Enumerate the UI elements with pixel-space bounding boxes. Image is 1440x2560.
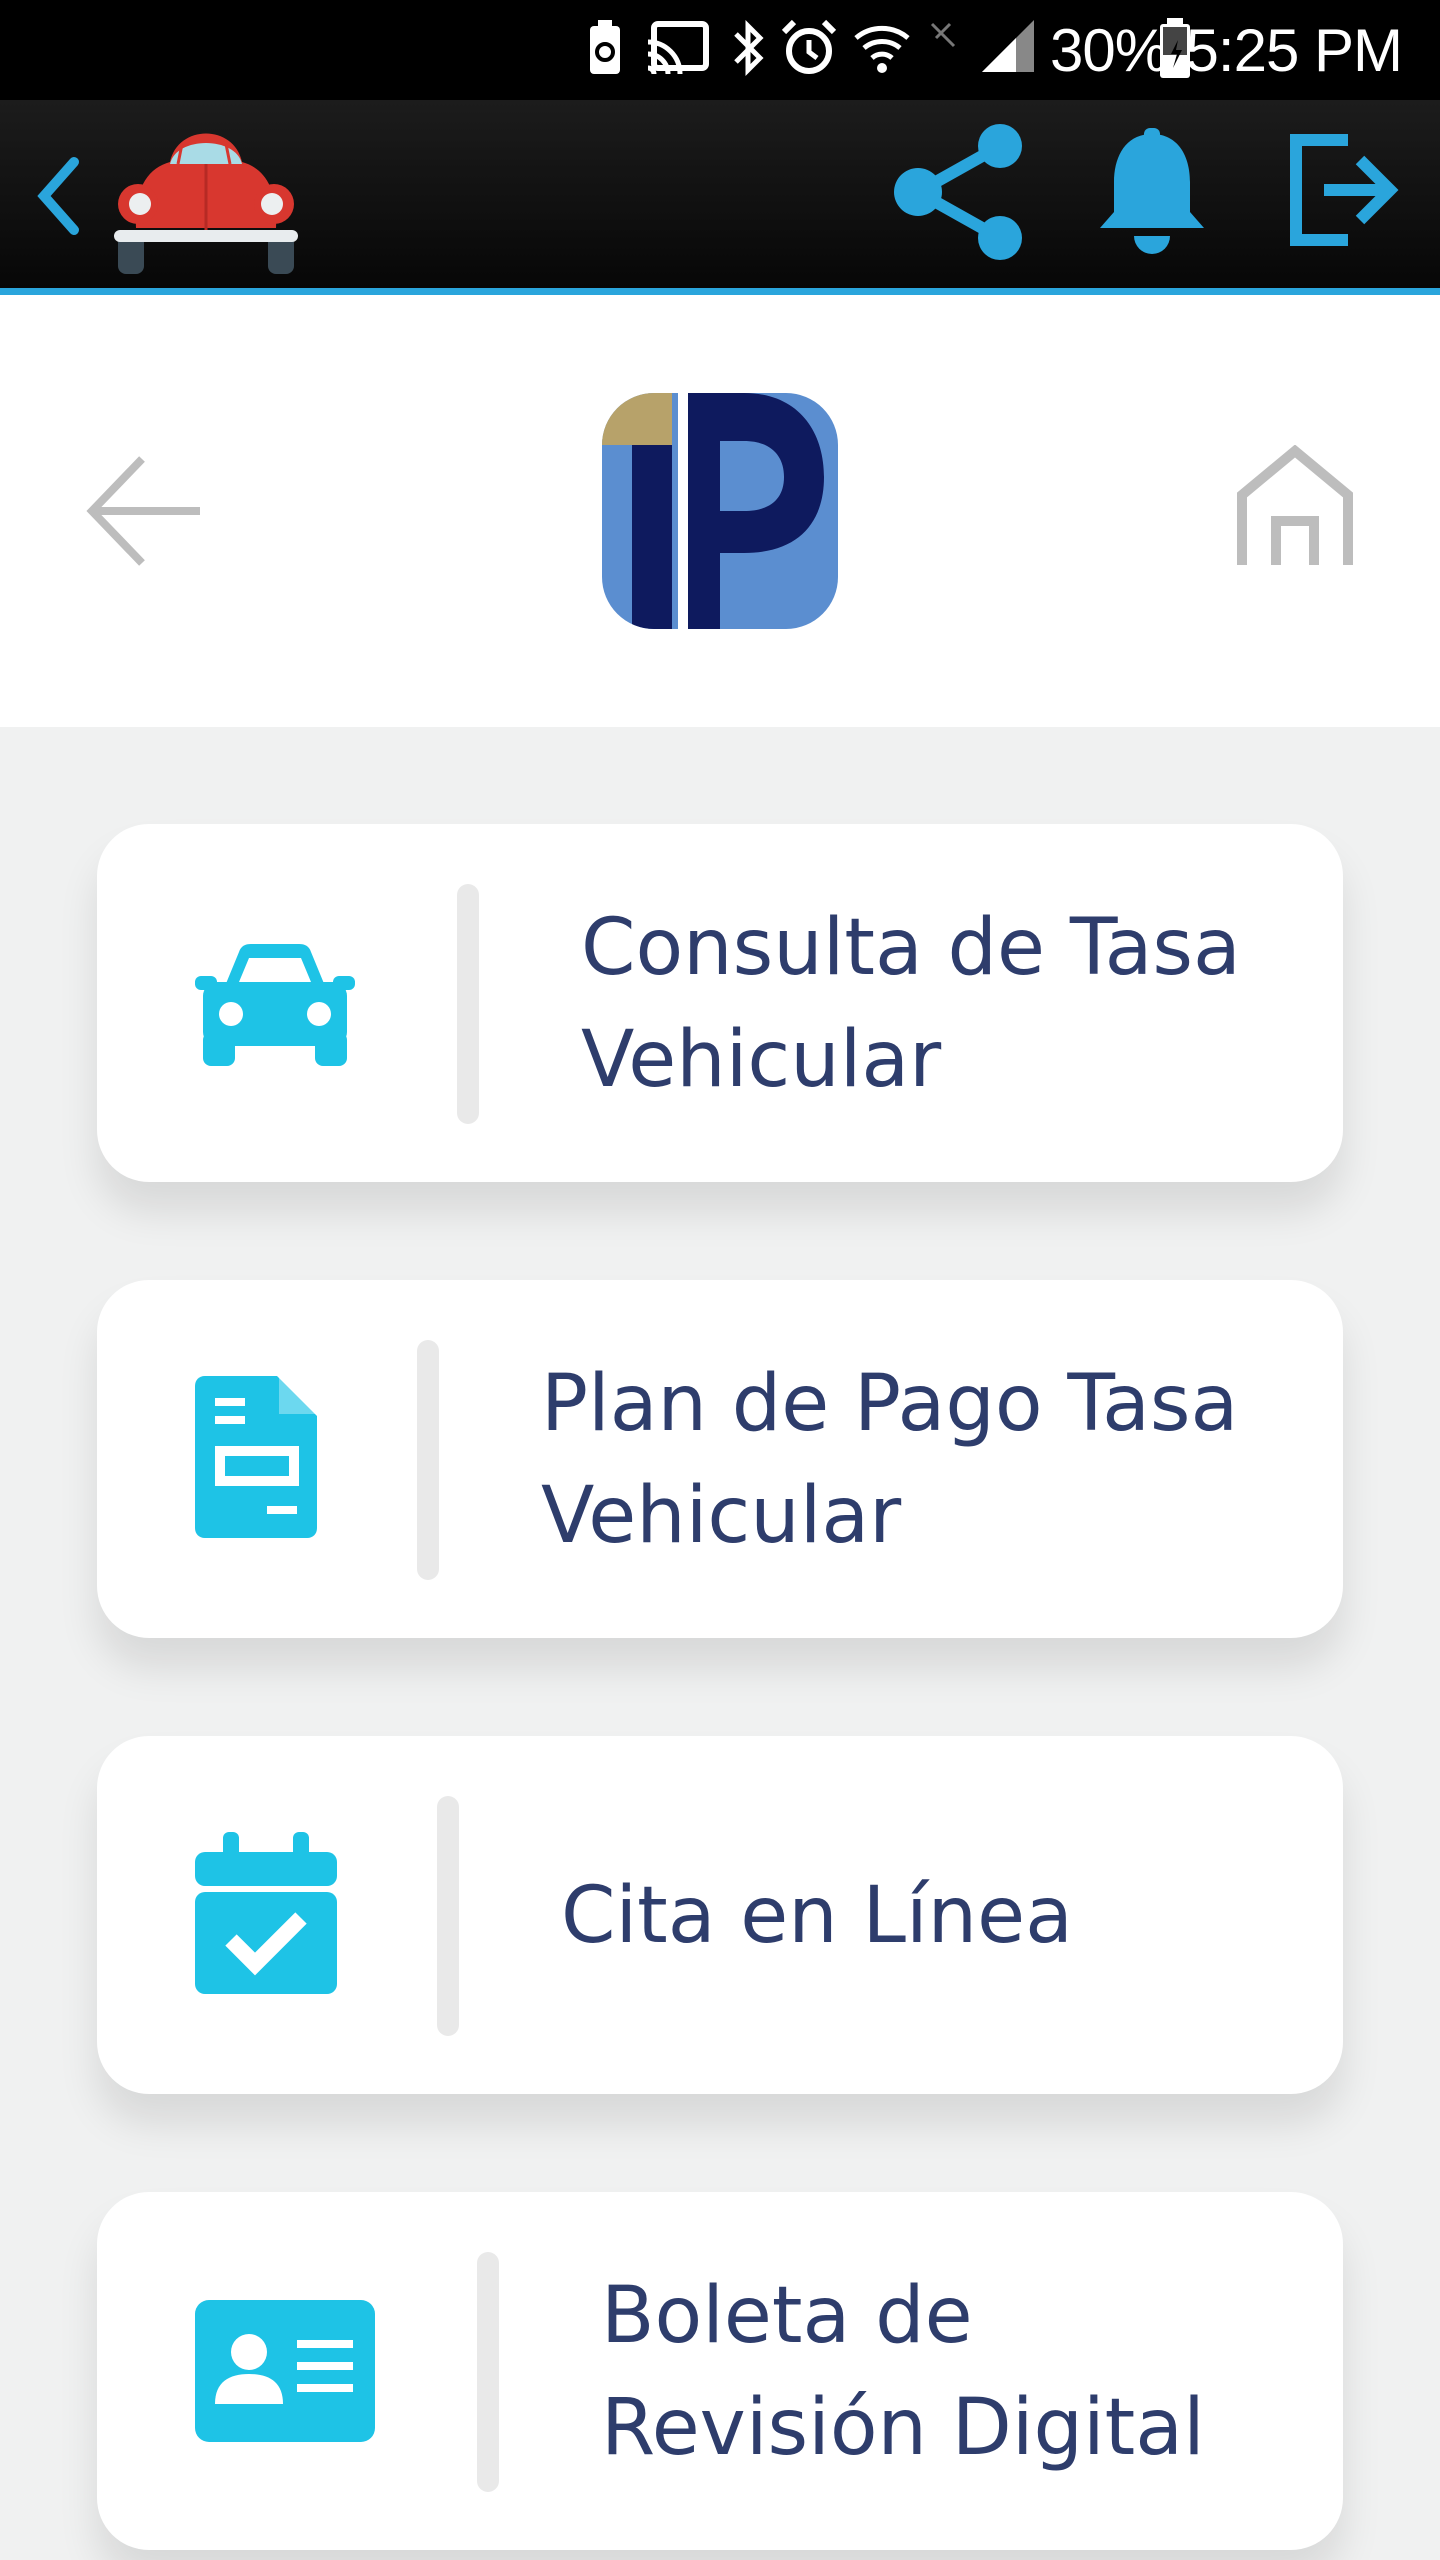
card-divider — [417, 1340, 439, 1580]
card-divider — [437, 1796, 459, 2036]
alarm-icon — [781, 19, 837, 74]
clock: 5:25 PM — [1185, 17, 1403, 84]
card-label: Cita en Línea — [561, 1860, 1073, 1972]
card-label: Consulta de Tasa Vehicular — [581, 892, 1241, 1116]
arrow-left-icon[interactable] — [82, 451, 206, 571]
logout-icon[interactable] — [1286, 132, 1402, 248]
toolbar-accent-line — [0, 288, 1440, 295]
card-label: Boleta de Revisión Digital — [601, 2260, 1205, 2484]
document-icon — [195, 1376, 317, 1538]
card-label-line1: Consulta de Tasa — [581, 903, 1241, 993]
card-label: Plan de Pago Tasa Vehicular — [541, 1348, 1238, 1572]
beetle-car-logo — [114, 133, 298, 274]
cell-signal-icon — [982, 20, 1034, 72]
menu-card-consulta-tasa[interactable]: Consulta de Tasa Vehicular — [97, 824, 1343, 1182]
calendar-check-icon — [195, 1832, 337, 1994]
ip-logo — [602, 393, 838, 629]
card-divider — [477, 2252, 499, 2492]
menu-card-boleta-revision[interactable]: Boleta de Revisión Digital — [97, 2192, 1343, 2550]
card-label-line1: Plan de Pago Tasa — [541, 1359, 1239, 1449]
share-icon[interactable] — [892, 122, 1028, 262]
home-icon[interactable] — [1236, 445, 1354, 571]
menu-card-plan-pago[interactable]: Plan de Pago Tasa Vehicular — [97, 1280, 1343, 1638]
card-label-line1: Boleta de — [601, 2271, 973, 2361]
card-label-line2: Revisión Digital — [601, 2383, 1205, 2473]
wifi-icon — [854, 25, 910, 73]
battery-saver-icon — [590, 20, 620, 74]
car-icon — [195, 944, 355, 1066]
status-bar: 30% 5:25 PM — [0, 0, 1440, 100]
bluetooth-icon — [734, 19, 764, 77]
card-label-line2: Vehicular — [541, 1471, 902, 1561]
bell-icon[interactable] — [1096, 128, 1208, 260]
card-divider — [457, 884, 479, 1124]
no-signal-icon — [930, 22, 956, 48]
cast-icon — [647, 21, 709, 75]
card-label-line1: Cita en Línea — [561, 1871, 1073, 1961]
id-card-icon — [195, 2300, 375, 2442]
page-header — [0, 295, 1440, 727]
chevron-left-icon[interactable] — [34, 156, 84, 236]
card-label-line2: Vehicular — [581, 1015, 942, 1105]
menu-card-cita-linea[interactable]: Cita en Línea — [97, 1736, 1343, 2094]
battery-percent: 30% — [1050, 17, 1168, 84]
app-toolbar — [0, 100, 1440, 288]
